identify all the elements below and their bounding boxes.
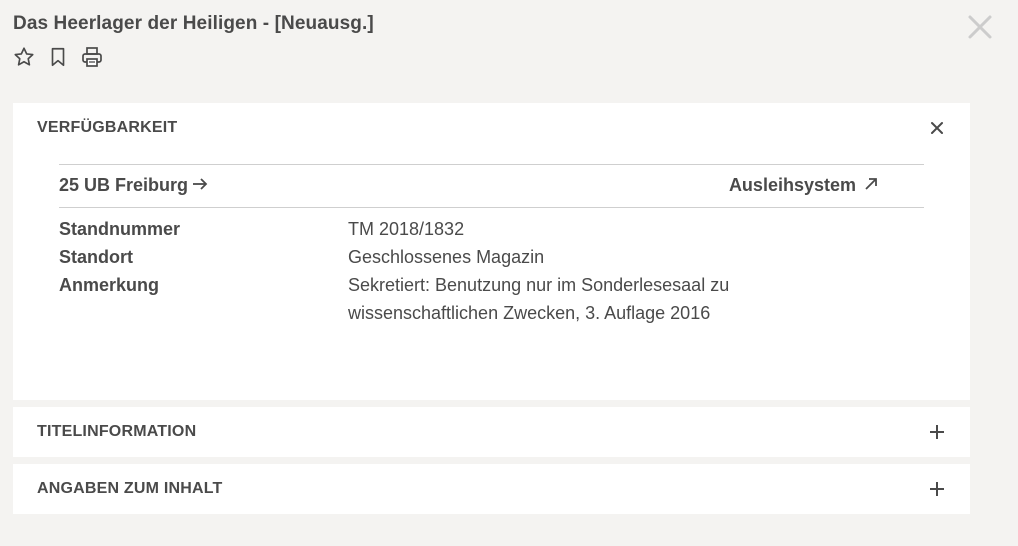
title-info-header[interactable]: TITELINFORMATION bbox=[37, 407, 946, 457]
detail-row: Standort Geschlossenes Magazin bbox=[59, 243, 788, 271]
detail-row: Standnummer TM 2018/1832 bbox=[59, 215, 788, 243]
collapse-icon[interactable] bbox=[928, 119, 946, 137]
page-title: Das Heerlager der Heiligen - [Neuausg.] bbox=[13, 13, 374, 34]
title-info-panel: TITELINFORMATION bbox=[13, 407, 970, 457]
detail-value: Geschlossenes Magazin bbox=[348, 247, 545, 267]
external-link-icon bbox=[864, 175, 878, 196]
detail-label: Anmerkung bbox=[59, 275, 160, 295]
library-location-link[interactable]: 25 UB Freiburg bbox=[59, 175, 208, 196]
printer-icon[interactable] bbox=[80, 45, 104, 69]
holding-details: Standnummer TM 2018/1832 Standort Geschl… bbox=[59, 215, 788, 327]
divider bbox=[59, 164, 924, 165]
availability-panel: VERFÜGBARKEIT 25 UB Freiburg Ausleihsyst… bbox=[13, 103, 970, 400]
arrow-right-icon bbox=[192, 175, 208, 196]
availability-header[interactable]: VERFÜGBARKEIT bbox=[37, 103, 946, 153]
library-location-label: 25 UB Freiburg bbox=[59, 175, 189, 195]
expand-icon[interactable] bbox=[928, 423, 946, 441]
content-info-header[interactable]: ANGABEN ZUM INHALT bbox=[37, 464, 946, 514]
detail-value: TM 2018/1832 bbox=[348, 219, 465, 239]
divider bbox=[59, 207, 924, 208]
close-icon[interactable] bbox=[966, 13, 994, 41]
availability-title: VERFÜGBARKEIT bbox=[37, 119, 178, 136]
loan-system-label: Ausleihsystem bbox=[728, 175, 856, 195]
detail-label: Standort bbox=[59, 247, 133, 267]
toolbar bbox=[12, 45, 104, 69]
expand-icon[interactable] bbox=[928, 480, 946, 498]
title-info-title: TITELINFORMATION bbox=[37, 423, 197, 440]
loan-system-link[interactable]: Ausleihsystem bbox=[729, 175, 878, 196]
content-info-title: ANGABEN ZUM INHALT bbox=[37, 480, 223, 497]
detail-value: Sekretiert: Benutzung nur im Sonderleses… bbox=[348, 275, 730, 323]
star-icon[interactable] bbox=[12, 45, 36, 69]
content-info-panel: ANGABEN ZUM INHALT bbox=[13, 464, 970, 514]
detail-row: Anmerkung Sekretiert: Benutzung nur im S… bbox=[59, 271, 788, 327]
bookmark-icon[interactable] bbox=[46, 45, 70, 69]
detail-label: Standnummer bbox=[59, 219, 181, 239]
